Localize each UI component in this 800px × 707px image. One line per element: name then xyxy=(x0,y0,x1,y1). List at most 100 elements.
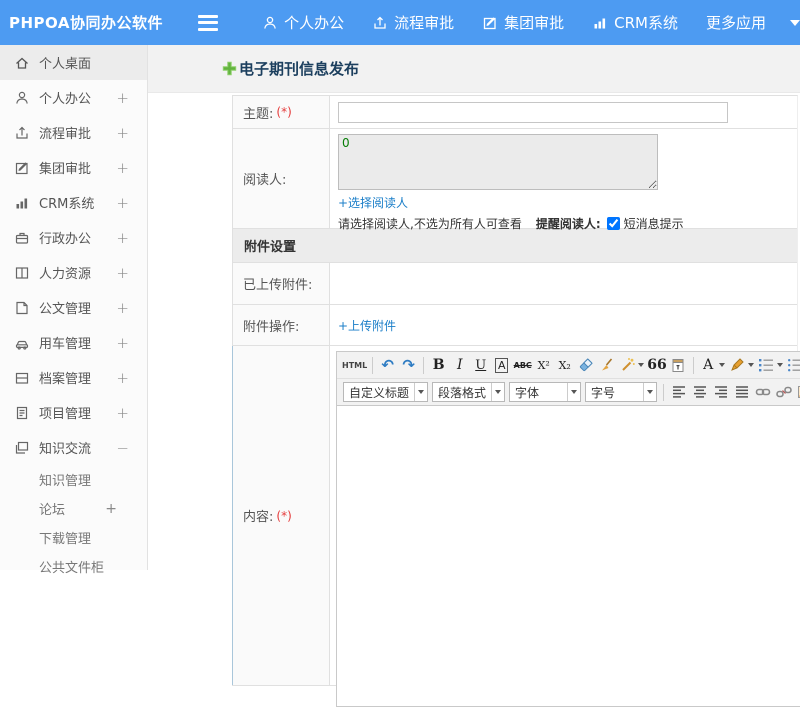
toolbar-separator xyxy=(663,383,665,401)
sidebar-item-label: 人力资源 xyxy=(39,267,92,282)
format-brush-icon[interactable] xyxy=(597,355,616,375)
ordered-list-caret[interactable] xyxy=(776,363,783,367)
sidebar-item-personal-office[interactable]: 个人办公 + xyxy=(0,80,147,115)
blockquote-button[interactable]: 66 xyxy=(647,355,666,375)
font-size-select[interactable]: 字号 xyxy=(585,382,658,402)
sidebar-item-label: 流程审批 xyxy=(39,127,92,142)
expand-toggle[interactable]: + xyxy=(116,299,129,317)
bold-button[interactable]: B xyxy=(429,355,448,375)
title-band: 电子期刊信息发布 xyxy=(148,45,800,93)
align-right-icon[interactable] xyxy=(711,382,730,402)
sidebar-item-crm[interactable]: CRM系统 + xyxy=(0,185,147,220)
font-color-caret[interactable] xyxy=(718,363,725,367)
sidebar-item-personal-desktop[interactable]: 个人桌面 xyxy=(0,45,147,80)
remind-readers-label: 提醒阅读人: xyxy=(535,217,601,231)
hamburger-menu-icon[interactable] xyxy=(197,14,219,31)
readers-row: 阅读人: 0 +选择阅读人 请选择阅读人,不选为所有人可查看 提醒阅读人: 短消… xyxy=(233,129,797,231)
redo-icon[interactable]: ↷ xyxy=(399,355,418,375)
superscript-button[interactable]: X² xyxy=(534,355,553,375)
sidebar-item-projects[interactable]: 项目管理 + xyxy=(0,395,147,430)
nav-group-approval[interactable]: 集团审批 xyxy=(482,12,564,33)
attachment-operations-row: 附件操作: +上传附件 xyxy=(233,305,797,346)
wand-dropdown-caret[interactable] xyxy=(638,363,645,367)
expand-toggle[interactable]: + xyxy=(116,369,129,387)
toolbar-separator xyxy=(372,356,374,374)
insert-image-icon[interactable] xyxy=(795,382,800,402)
undo-icon[interactable]: ↶ xyxy=(378,355,397,375)
sidebar-item-label: 知识交流 xyxy=(39,442,92,457)
link-icon[interactable] xyxy=(753,382,772,402)
expand-toggle[interactable]: + xyxy=(116,264,129,282)
heading-select[interactable]: 自定义标题 xyxy=(343,382,429,402)
italic-button[interactable]: I xyxy=(450,355,469,375)
sidebar-item-workflow-approval[interactable]: 流程审批 + xyxy=(0,115,147,150)
expand-toggle[interactable]: + xyxy=(116,124,129,142)
align-center-icon[interactable] xyxy=(690,382,709,402)
sidebar-item-group-approval[interactable]: 集团审批 + xyxy=(0,150,147,185)
highlighter-caret[interactable] xyxy=(747,363,754,367)
readers-hint: 请选择阅读人,不选为所有人可查看 xyxy=(338,217,522,231)
paragraph-format-select[interactable]: 段落格式 xyxy=(432,382,506,402)
toolbar-separator xyxy=(423,356,425,374)
underline-button[interactable]: U xyxy=(471,355,490,375)
edit-square-icon xyxy=(14,160,30,176)
highlighter-icon[interactable] xyxy=(728,355,747,375)
edit-square-icon xyxy=(482,15,498,31)
expand-toggle[interactable]: + xyxy=(116,194,129,212)
sidebar-subitem-forum[interactable]: 论坛 + xyxy=(0,494,147,523)
expand-toggle[interactable]: + xyxy=(116,159,129,177)
sms-checkbox[interactable] xyxy=(606,217,620,230)
publish-form: 主题: (*) 阅读人: 0 +选择阅读人 请选择阅读人,不选为所有人可查看 提… xyxy=(232,95,800,707)
html-source-button[interactable]: HTML xyxy=(342,355,367,375)
nav-personal-office[interactable]: 个人办公 xyxy=(262,12,344,33)
magic-wand-icon[interactable] xyxy=(618,355,637,375)
collapse-toggle[interactable]: − xyxy=(116,439,129,457)
subscript-button[interactable]: X₂ xyxy=(555,355,574,375)
eraser-icon[interactable] xyxy=(576,355,595,375)
editor-content-area[interactable] xyxy=(337,406,800,706)
main-content: 电子期刊信息发布 主题: (*) 阅读人: 0 +选择阅读人 请选择阅读人,不选… xyxy=(148,45,800,707)
expand-toggle[interactable]: + xyxy=(116,229,129,247)
sidebar-subitem-label: 论坛 xyxy=(39,503,66,518)
sidebar-subitem-label: 下载管理 xyxy=(39,532,92,547)
expand-toggle[interactable]: + xyxy=(116,89,129,107)
paste-plain-icon[interactable] xyxy=(669,355,688,375)
subject-label: 主题: (*) xyxy=(233,96,330,128)
sidebar: 个人桌面 个人办公 + 流程审批 + 集团审批 + CRM系统 + 行政办公 + xyxy=(0,45,148,576)
sidebar-item-archives[interactable]: 档案管理 + xyxy=(0,360,147,395)
sidebar-item-hr[interactable]: 人力资源 + xyxy=(0,255,147,290)
font-family-select[interactable]: 字体 xyxy=(509,382,582,402)
expand-toggle[interactable]: + xyxy=(116,404,129,422)
sidebar-subitem-public-cabinet[interactable]: 公共文件柜 xyxy=(0,552,147,581)
sidebar-item-knowledge[interactable]: 知识交流 − xyxy=(0,430,147,465)
sidebar-subitem-downloads[interactable]: 下载管理 xyxy=(0,523,147,552)
expand-toggle[interactable]: + xyxy=(105,501,117,517)
align-left-icon[interactable] xyxy=(669,382,688,402)
ordered-list-icon[interactable] xyxy=(757,355,776,375)
font-style-button[interactable]: A xyxy=(494,357,509,373)
select-readers-link[interactable]: +选择阅读人 xyxy=(338,194,408,211)
caret-down-icon[interactable] xyxy=(790,19,800,26)
subject-input[interactable] xyxy=(338,101,728,123)
briefcase-icon xyxy=(14,230,30,246)
workflow-icon xyxy=(372,15,388,31)
nav-workflow-approval[interactable]: 流程审批 xyxy=(372,12,454,33)
unordered-list-icon[interactable] xyxy=(786,355,800,375)
sidebar-item-label: 用车管理 xyxy=(39,337,92,352)
sidebar-item-label: 档案管理 xyxy=(39,372,92,387)
upload-attachment-link[interactable]: +上传附件 xyxy=(338,317,396,334)
sidebar-subitem-knowledge-mgmt[interactable]: 知识管理 xyxy=(0,465,147,494)
expand-toggle[interactable]: + xyxy=(116,334,129,352)
nav-more-apps[interactable]: 更多应用 xyxy=(706,12,766,33)
align-justify-icon[interactable] xyxy=(732,382,751,402)
sidebar-item-admin-office[interactable]: 行政办公 + xyxy=(0,220,147,255)
readers-textarea[interactable]: 0 xyxy=(338,134,658,190)
subject-row: 主题: (*) xyxy=(233,96,797,129)
sidebar-item-vehicles[interactable]: 用车管理 + xyxy=(0,325,147,360)
strikethrough-button[interactable]: ABC xyxy=(513,355,532,375)
nav-crm-system[interactable]: CRM系统 xyxy=(592,12,678,33)
sidebar-item-documents[interactable]: 公文管理 + xyxy=(0,290,147,325)
unlink-icon[interactable] xyxy=(774,382,793,402)
font-color-button[interactable]: A xyxy=(699,355,718,375)
rich-text-editor: HTML ↶ ↷ B I U A ABC X² X₂ 66 A 自定义标题 段落… xyxy=(336,351,800,707)
